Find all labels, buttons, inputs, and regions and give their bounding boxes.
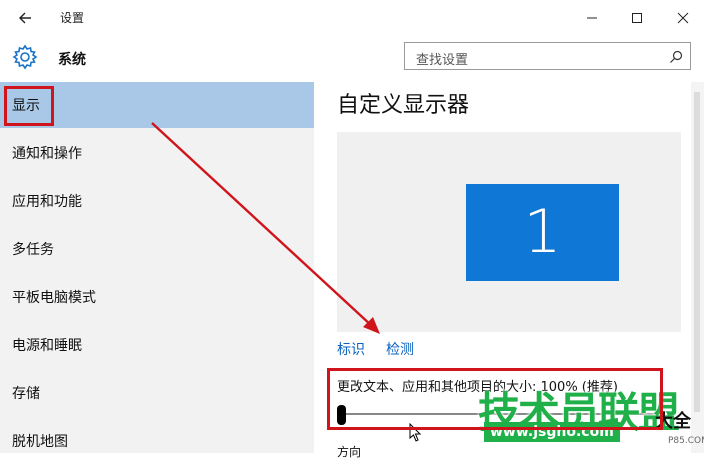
back-arrow-icon	[19, 12, 31, 24]
identify-link[interactable]: 标识	[337, 339, 365, 359]
section-title: 系统	[58, 52, 86, 68]
sidebar-item-storage[interactable]: 存储	[0, 370, 314, 416]
sidebar-item-label: 平板电脑模式	[12, 290, 96, 306]
sidebar-item-multitasking[interactable]: 多任务	[0, 226, 314, 272]
window-title: 设置	[60, 11, 85, 25]
search-icon[interactable]	[668, 49, 684, 65]
sidebar-item-notifications[interactable]: 通知和操作	[0, 130, 314, 176]
maximize-button[interactable]	[625, 6, 649, 30]
maximize-icon	[632, 13, 642, 23]
back-button[interactable]	[14, 6, 38, 30]
close-button[interactable]	[671, 6, 695, 30]
sidebar-item-label: 应用和功能	[12, 194, 82, 210]
scrollbar-thumb[interactable]	[694, 92, 700, 412]
sidebar-item-offline-maps[interactable]: 脱机地图	[0, 418, 314, 464]
orientation-label: 方向	[337, 445, 362, 459]
settings-header: 系统 查找设置	[0, 36, 704, 82]
sidebar-item-power-sleep[interactable]: 电源和睡眠	[0, 322, 314, 368]
sidebar-item-apps[interactable]: 应用和功能	[0, 178, 314, 224]
sidebar-item-tablet-mode[interactable]: 平板电脑模式	[0, 274, 314, 320]
sidebar-item-label: 脱机地图	[12, 434, 68, 450]
watermark-small-text: P85.COM	[668, 436, 704, 446]
sidebar-item-label: 存储	[12, 386, 40, 402]
highlight-box-display	[4, 86, 54, 126]
detect-link[interactable]: 检测	[386, 339, 414, 359]
search-placeholder: 查找设置	[416, 53, 469, 68]
monitor-tile[interactable]: 1	[466, 184, 619, 281]
sidebar-item-label: 多任务	[12, 242, 54, 258]
page-title: 自定义显示器	[337, 93, 470, 118]
search-input[interactable]: 查找设置	[404, 42, 691, 70]
minimize-button[interactable]	[580, 6, 604, 30]
monitor-number: 1	[523, 197, 562, 267]
sidebar-item-label: 电源和睡眠	[12, 338, 82, 354]
gear-icon	[12, 44, 38, 70]
highlight-box-scale	[327, 368, 663, 430]
minimize-icon	[587, 17, 597, 19]
sidebar-item-label: 通知和操作	[12, 146, 82, 162]
close-icon	[677, 12, 689, 24]
title-bar: 设置	[0, 0, 704, 36]
